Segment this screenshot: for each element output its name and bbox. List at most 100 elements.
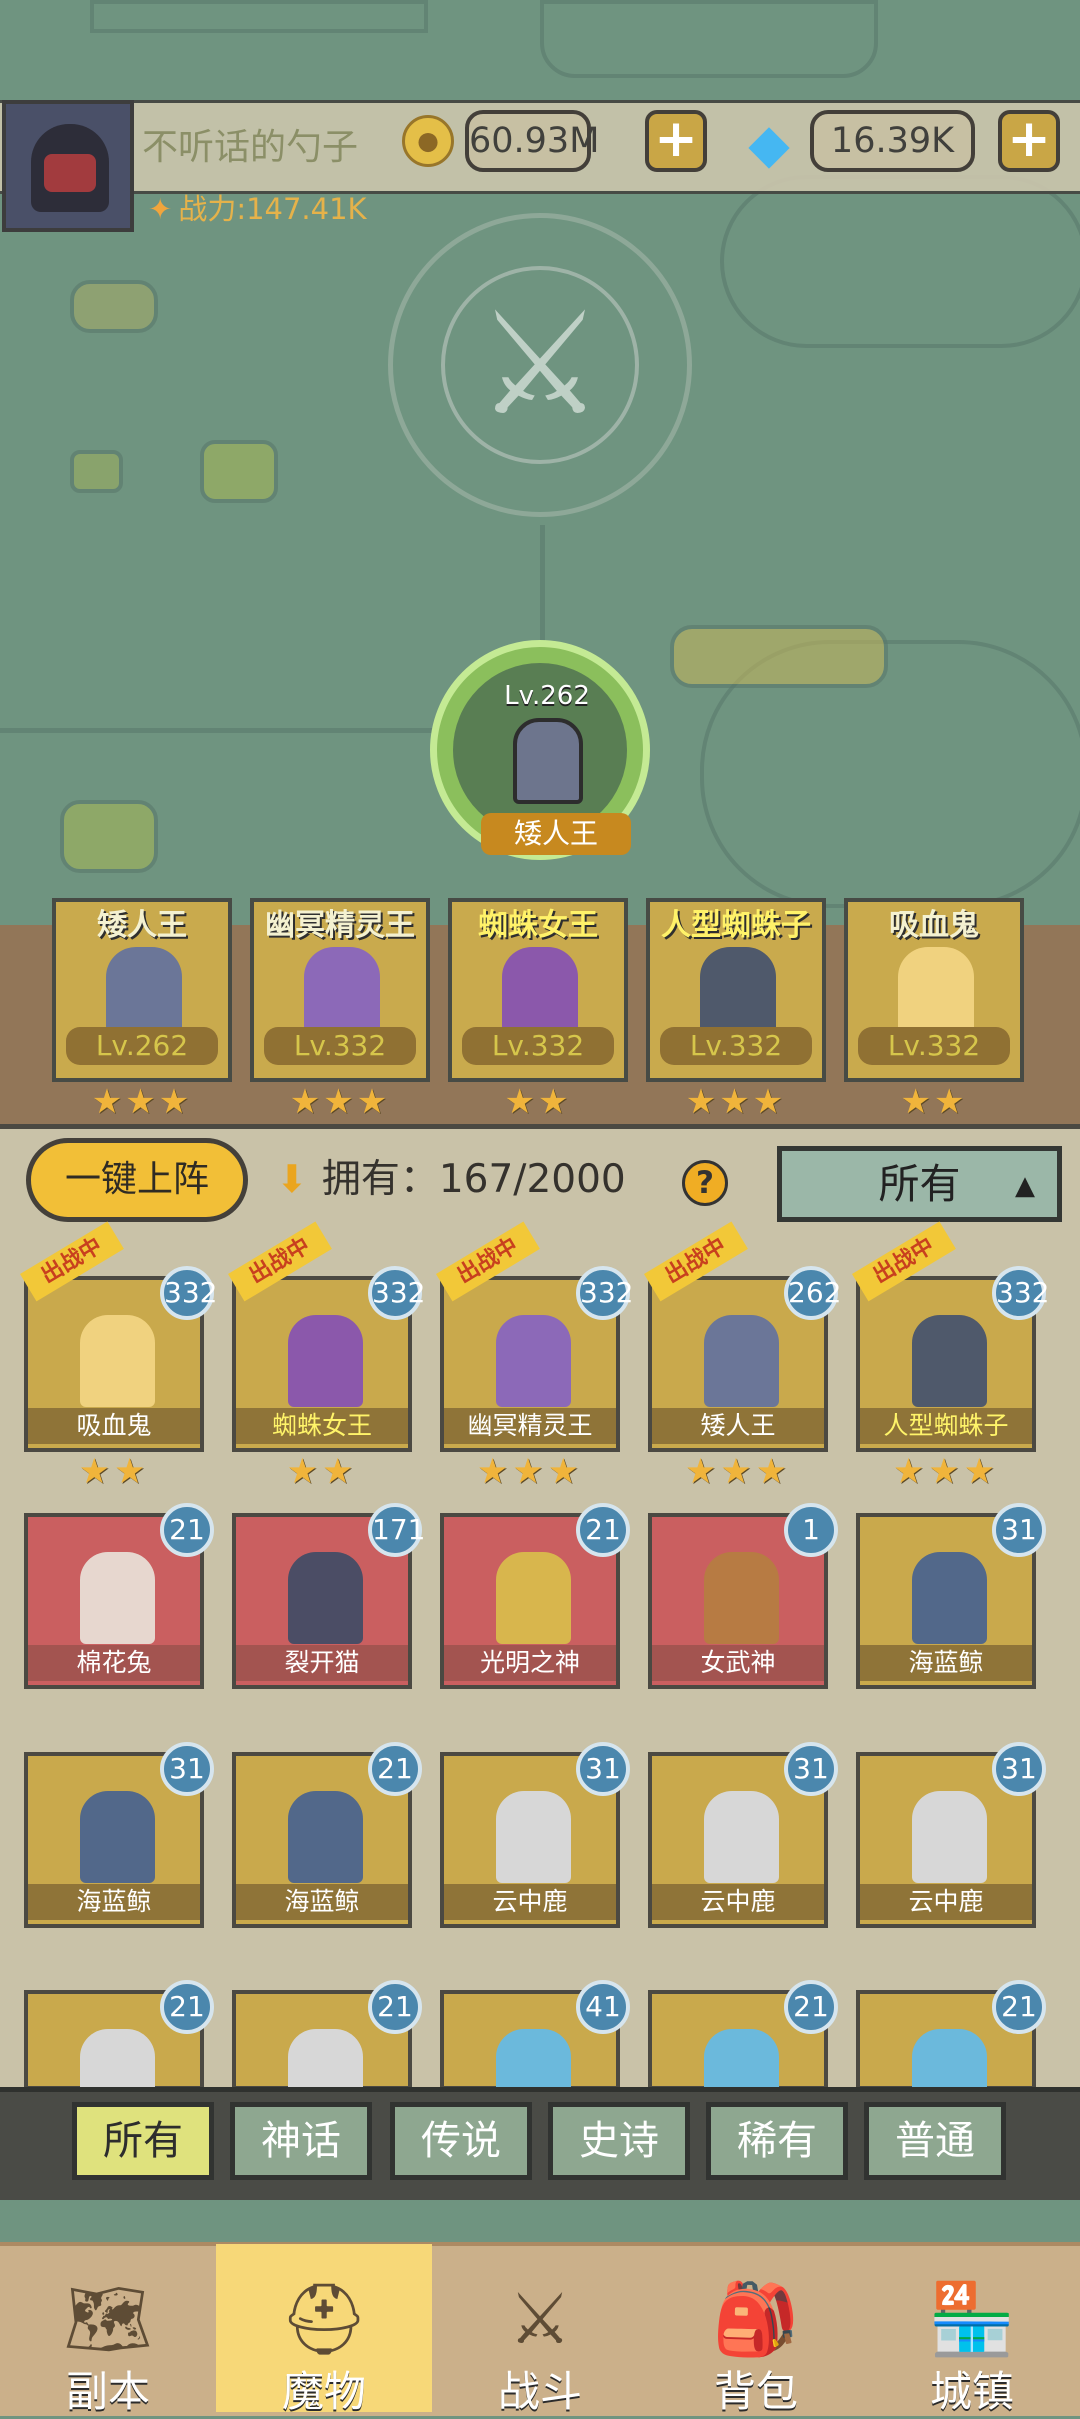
- map-path-center: [540, 525, 545, 650]
- monster-portrait-icon: [496, 1552, 571, 1644]
- monster-name: 云中鹿: [860, 1884, 1032, 1920]
- owned-label: 拥有：: [321, 1157, 439, 1202]
- monster-card[interactable]: 21: [24, 1980, 214, 2121]
- nav-item-城镇[interactable]: 🏪 城镇: [864, 2244, 1080, 2416]
- battle-crest[interactable]: ⚔: [388, 213, 692, 517]
- nav-item-背包[interactable]: 🎒 背包: [648, 2244, 864, 2416]
- monster-card[interactable]: 332 吸血鬼 出战中: [20, 1221, 217, 1452]
- formation-slot-3[interactable]: 蜘蛛女王 Lv.332: [448, 898, 628, 1082]
- monster-card[interactable]: 332 蜘蛛女王 出战中: [228, 1221, 425, 1452]
- one-key-deploy-button[interactable]: 一键上阵: [26, 1138, 248, 1222]
- rarity-tab[interactable]: 所有: [72, 2102, 214, 2180]
- monster-name: 吸血鬼: [28, 1408, 200, 1444]
- monster-portrait-icon: [704, 1552, 779, 1644]
- featured-hero-token[interactable]: Lv.262 矮人王: [430, 640, 650, 860]
- gold-amount: 60.93M: [465, 110, 599, 172]
- dwarf-king-icon: [513, 718, 583, 804]
- monster-portrait-icon: [704, 1315, 779, 1407]
- map-hand-marker[interactable]: [70, 280, 158, 333]
- map-dragon-bones: [670, 625, 888, 688]
- nav-item-战斗[interactable]: ⚔ 战斗: [432, 2244, 648, 2416]
- monster-level-badge: 21: [368, 1980, 422, 2034]
- rarity-tab[interactable]: 传说: [390, 2102, 532, 2180]
- monster-card[interactable]: 31 海蓝鲸: [856, 1503, 1046, 1689]
- hero-portrait-icon: [304, 947, 380, 1037]
- formation-slot-2[interactable]: 幽冥精灵王 Lv.332: [250, 898, 430, 1082]
- monster-name: 海蓝鲸: [236, 1884, 408, 1920]
- add-gold-button[interactable]: +: [645, 110, 707, 172]
- monster-level-badge: 262: [784, 1266, 841, 1320]
- monster-card[interactable]: 21 光明之神: [440, 1503, 630, 1689]
- monster-card[interactable]: 31 云中鹿: [440, 1742, 630, 1928]
- monster-card[interactable]: 171 裂开猫: [232, 1503, 425, 1689]
- formation-star-rating: ★★★: [685, 1082, 787, 1122]
- hero-portrait-icon: [898, 947, 974, 1037]
- monster-card[interactable]: 262 矮人王 出战中: [644, 1221, 841, 1452]
- monster-card[interactable]: 21: [648, 1980, 838, 2121]
- formation-hero-name: 人型蜘蛛子: [661, 908, 811, 943]
- featured-hero-name: 矮人王: [481, 813, 631, 855]
- nav-item-魔物[interactable]: ⛑ 魔物: [216, 2244, 432, 2416]
- monster-level-badge: 21: [160, 1503, 214, 1557]
- backpack-icon: 🎒: [712, 2278, 800, 2360]
- monster-card[interactable]: 41: [440, 1980, 630, 2121]
- formation-slot-1[interactable]: 矮人王 Lv.262: [52, 898, 232, 1082]
- map-wall-top-right: [540, 0, 878, 78]
- monster-portrait-icon: [496, 1315, 571, 1407]
- monster-card[interactable]: 21: [856, 1980, 1046, 2121]
- monster-card[interactable]: 21 棉花兔: [24, 1503, 214, 1689]
- nav-label: 城镇: [929, 2367, 1014, 2416]
- monster-portrait-icon: [288, 1791, 363, 1883]
- monster-card[interactable]: 332 幽冥精灵王 出战中: [436, 1221, 633, 1452]
- map-tree-right: [720, 175, 1080, 348]
- monster-name: 幽冥精灵王: [444, 1408, 616, 1444]
- monster-level-badge: 332: [160, 1266, 217, 1320]
- rarity-tab[interactable]: 神话: [230, 2102, 372, 2180]
- monster-card[interactable]: 31 云中鹿: [648, 1742, 838, 1928]
- nav-label: 背包: [713, 2367, 798, 2416]
- monster-portrait-icon: [288, 1552, 363, 1644]
- map-rock-lower-left: [60, 800, 158, 873]
- monster-card[interactable]: 21: [232, 1980, 422, 2121]
- rarity-tab[interactable]: 普通: [864, 2102, 1006, 2180]
- monster-level-badge: 21: [992, 1980, 1046, 2034]
- monster-level-badge: 31: [992, 1503, 1046, 1557]
- rarity-tab[interactable]: 史诗: [548, 2102, 690, 2180]
- monster-name: 棉花兔: [28, 1645, 200, 1681]
- monster-level-badge: 332: [368, 1266, 425, 1320]
- avatar-face: [44, 154, 96, 192]
- help-icon[interactable]: ?: [682, 1160, 728, 1206]
- monster-level-badge: 31: [160, 1742, 214, 1796]
- monster-level-badge: 1: [784, 1503, 838, 1557]
- diamond-amount: 16.39K: [810, 110, 975, 172]
- monster-filter-dropdown[interactable]: 所有 ▲: [777, 1146, 1062, 1222]
- monster-name: 矮人王: [652, 1408, 824, 1444]
- monster-level-badge: 21: [784, 1980, 838, 2034]
- hero-portrait-icon: [106, 947, 182, 1037]
- monster-card[interactable]: 31 云中鹿: [856, 1742, 1046, 1928]
- formation-slot-4[interactable]: 人型蜘蛛子 Lv.332: [646, 898, 826, 1082]
- monster-name: 蜘蛛女王: [236, 1408, 408, 1444]
- formation-hero-level: Lv.262: [66, 1027, 218, 1065]
- hero-portrait-icon: [700, 947, 776, 1037]
- nav-label: 战斗: [497, 2367, 582, 2416]
- monster-portrait-icon: [704, 1791, 779, 1883]
- crossed-swords-icon: ⚔: [508, 2278, 572, 2360]
- map-rock-small: [70, 450, 123, 493]
- monster-card[interactable]: 332 人型蜘蛛子 出战中: [852, 1221, 1049, 1452]
- monster-portrait-icon: [288, 1315, 363, 1407]
- monster-portrait-icon: [912, 1791, 987, 1883]
- monster-name: 海蓝鲸: [28, 1884, 200, 1920]
- monster-card[interactable]: 31 海蓝鲸: [24, 1742, 214, 1928]
- formation-slot-5[interactable]: 吸血鬼 Lv.332: [844, 898, 1024, 1082]
- avatar[interactable]: [2, 100, 134, 232]
- rarity-tab[interactable]: 稀有: [706, 2102, 848, 2180]
- monster-level-badge: 31: [992, 1742, 1046, 1796]
- diamond-icon: ◆: [748, 112, 790, 175]
- monster-name: 人型蜘蛛子: [860, 1408, 1032, 1444]
- nav-item-副本[interactable]: 🗺 副本: [0, 2244, 216, 2416]
- monster-card[interactable]: 1 女武神: [648, 1503, 838, 1689]
- formation-hero-name: 幽冥精灵王: [265, 908, 415, 943]
- monster-card[interactable]: 21 海蓝鲸: [232, 1742, 422, 1928]
- add-diamond-button[interactable]: +: [998, 110, 1060, 172]
